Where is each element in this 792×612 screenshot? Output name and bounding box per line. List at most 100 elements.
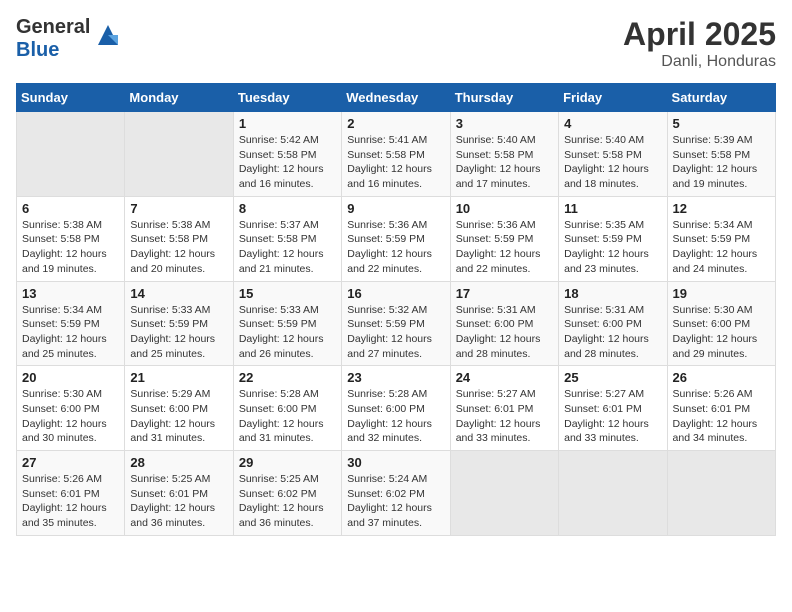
calendar-cell: 23Sunrise: 5:28 AM Sunset: 6:00 PM Dayli… <box>342 366 450 451</box>
day-info: Sunrise: 5:25 AM Sunset: 6:01 PM Dayligh… <box>130 472 227 531</box>
day-info: Sunrise: 5:39 AM Sunset: 5:58 PM Dayligh… <box>673 133 770 192</box>
calendar-header-row: SundayMondayTuesdayWednesdayThursdayFrid… <box>17 84 776 112</box>
calendar-cell: 25 Sunrise: 5:27 AM Sunset: 6:01 PM Dayli… <box>559 366 667 451</box>
day-of-week-header: Tuesday <box>233 84 341 112</box>
day-info: Sunrise: 5:41 AM Sunset: 5:58 PM Dayligh… <box>347 133 444 192</box>
calendar-week-row: 6 Sunrise: 5:38 AM Sunset: 5:58 PM Daylig… <box>17 196 776 281</box>
calendar-cell: 3 Sunrise: 5:40 AM Sunset: 5:58 PM Daylig… <box>450 112 558 197</box>
day-number: 29 <box>239 455 336 470</box>
day-info: Sunrise: 5:31 AM Sunset: 6:00 PM Dayligh… <box>564 303 661 362</box>
calendar-cell: 29 Sunrise: 5:25 AM Sunset: 6:02 PM Dayli… <box>233 451 341 536</box>
day-info: Sunrise: 5:27 AM Sunset: 6:01 PM Dayligh… <box>456 387 553 446</box>
day-of-week-header: Friday <box>559 84 667 112</box>
logo: General Blue <box>16 16 122 62</box>
day-info: Sunrise: 5:30 AM Sunset: 6:00 PM Dayligh… <box>673 303 770 362</box>
logo-general: General <box>16 16 90 38</box>
calendar-cell: 15Sunrise: 5:33 AM Sunset: 5:59 PM Dayli… <box>233 281 341 366</box>
day-of-week-header: Saturday <box>667 84 775 112</box>
day-of-week-header: Wednesday <box>342 84 450 112</box>
calendar-cell: 4 Sunrise: 5:40 AM Sunset: 5:58 PM Daylig… <box>559 112 667 197</box>
day-number: 28 <box>130 455 227 470</box>
calendar-cell: 1 Sunrise: 5:42 AM Sunset: 5:58 PM Daylig… <box>233 112 341 197</box>
calendar-week-row: 27 Sunrise: 5:26 AM Sunset: 6:01 PM Dayli… <box>17 451 776 536</box>
day-number: 22 <box>239 370 336 385</box>
calendar-cell: 11 Sunrise: 5:35 AM Sunset: 5:59 PM Dayli… <box>559 196 667 281</box>
day-number: 19 <box>673 286 770 301</box>
day-number: 20 <box>22 370 119 385</box>
calendar-cell: 17 Sunrise: 5:31 AM Sunset: 6:00 PM Dayli… <box>450 281 558 366</box>
day-info: Sunrise: 5:36 AM Sunset: 5:59 PM Dayligh… <box>347 218 444 277</box>
day-info: Sunrise: 5:42 AM Sunset: 5:58 PM Dayligh… <box>239 133 336 192</box>
calendar-table: SundayMondayTuesdayWednesdayThursdayFrid… <box>16 83 776 536</box>
day-info: Sunrise: 5:40 AM Sunset: 5:58 PM Dayligh… <box>456 133 553 192</box>
calendar-cell <box>667 451 775 536</box>
calendar-cell: 7 Sunrise: 5:38 AM Sunset: 5:58 PM Daylig… <box>125 196 233 281</box>
day-info: Sunrise: 5:30 AM Sunset: 6:00 PM Dayligh… <box>22 387 119 446</box>
day-number: 26 <box>673 370 770 385</box>
logo-icon <box>94 21 122 49</box>
day-info: Sunrise: 5:32 AM Sunset: 5:59 PM Dayligh… <box>347 303 444 362</box>
day-number: 4 <box>564 116 661 131</box>
calendar-cell: 18 Sunrise: 5:31 AM Sunset: 6:00 PM Dayli… <box>559 281 667 366</box>
day-info: Sunrise: 5:26 AM Sunset: 6:01 PM Dayligh… <box>673 387 770 446</box>
day-info: Sunrise: 5:38 AM Sunset: 5:58 PM Dayligh… <box>130 218 227 277</box>
day-number: 1 <box>239 116 336 131</box>
day-info: Sunrise: 5:26 AM Sunset: 6:01 PM Dayligh… <box>22 472 119 531</box>
day-info: Sunrise: 5:27 AM Sunset: 6:01 PM Dayligh… <box>564 387 661 446</box>
day-of-week-header: Sunday <box>17 84 125 112</box>
calendar-cell: 14 Sunrise: 5:33 AM Sunset: 5:59 PM Dayli… <box>125 281 233 366</box>
calendar-cell: 26 Sunrise: 5:26 AM Sunset: 6:01 PM Dayli… <box>667 366 775 451</box>
day-info: Sunrise: 5:33 AM Sunset: 5:59 PM Dayligh… <box>239 303 336 362</box>
day-number: 25 <box>564 370 661 385</box>
calendar-cell: 16 Sunrise: 5:32 AM Sunset: 5:59 PM Dayli… <box>342 281 450 366</box>
day-info: Sunrise: 5:36 AM Sunset: 5:59 PM Dayligh… <box>456 218 553 277</box>
page-subtitle: Danli, Honduras <box>623 53 776 71</box>
calendar-cell: 30 Sunrise: 5:24 AM Sunset: 6:02 PM Dayli… <box>342 451 450 536</box>
day-number: 3 <box>456 116 553 131</box>
day-number: 7 <box>130 201 227 216</box>
page-title: April 2025 <box>623 16 776 53</box>
day-info: Sunrise: 5:28 AM Sunset: 6:00 PM Dayligh… <box>239 387 336 446</box>
day-of-week-header: Monday <box>125 84 233 112</box>
calendar-cell: 19 Sunrise: 5:30 AM Sunset: 6:00 PM Dayli… <box>667 281 775 366</box>
day-number: 9 <box>347 201 444 216</box>
day-number: 16 <box>347 286 444 301</box>
day-info: Sunrise: 5:34 AM Sunset: 5:59 PM Dayligh… <box>22 303 119 362</box>
calendar-cell: 28 Sunrise: 5:25 AM Sunset: 6:01 PM Dayli… <box>125 451 233 536</box>
day-number: 30 <box>347 455 444 470</box>
day-info: Sunrise: 5:25 AM Sunset: 6:02 PM Dayligh… <box>239 472 336 531</box>
day-number: 13 <box>22 286 119 301</box>
calendar-week-row: 13 Sunrise: 5:34 AM Sunset: 5:59 PM Dayli… <box>17 281 776 366</box>
day-number: 12 <box>673 201 770 216</box>
day-number: 23 <box>347 370 444 385</box>
day-info: Sunrise: 5:33 AM Sunset: 5:59 PM Dayligh… <box>130 303 227 362</box>
day-number: 2 <box>347 116 444 131</box>
day-info: Sunrise: 5:24 AM Sunset: 6:02 PM Dayligh… <box>347 472 444 531</box>
calendar-cell: 5 Sunrise: 5:39 AM Sunset: 5:58 PM Daylig… <box>667 112 775 197</box>
calendar-cell: 2 Sunrise: 5:41 AM Sunset: 5:58 PM Daylig… <box>342 112 450 197</box>
logo-blue: Blue <box>16 39 59 61</box>
calendar-cell: 9 Sunrise: 5:36 AM Sunset: 5:59 PM Daylig… <box>342 196 450 281</box>
day-number: 14 <box>130 286 227 301</box>
day-number: 17 <box>456 286 553 301</box>
calendar-cell: 22 Sunrise: 5:28 AM Sunset: 6:00 PM Dayli… <box>233 366 341 451</box>
day-number: 11 <box>564 201 661 216</box>
calendar-cell: 8Sunrise: 5:37 AM Sunset: 5:58 PM Daylig… <box>233 196 341 281</box>
day-info: Sunrise: 5:35 AM Sunset: 5:59 PM Dayligh… <box>564 218 661 277</box>
logo-text: General Blue <box>16 16 90 62</box>
day-number: 6 <box>22 201 119 216</box>
calendar-cell: 20 Sunrise: 5:30 AM Sunset: 6:00 PM Dayli… <box>17 366 125 451</box>
calendar-cell: 24Sunrise: 5:27 AM Sunset: 6:01 PM Dayli… <box>450 366 558 451</box>
calendar-cell: 27 Sunrise: 5:26 AM Sunset: 6:01 PM Dayli… <box>17 451 125 536</box>
day-number: 27 <box>22 455 119 470</box>
day-info: Sunrise: 5:29 AM Sunset: 6:00 PM Dayligh… <box>130 387 227 446</box>
day-number: 10 <box>456 201 553 216</box>
day-info: Sunrise: 5:31 AM Sunset: 6:00 PM Dayligh… <box>456 303 553 362</box>
calendar-cell <box>17 112 125 197</box>
day-number: 5 <box>673 116 770 131</box>
day-info: Sunrise: 5:40 AM Sunset: 5:58 PM Dayligh… <box>564 133 661 192</box>
day-number: 21 <box>130 370 227 385</box>
day-number: 18 <box>564 286 661 301</box>
day-info: Sunrise: 5:37 AM Sunset: 5:58 PM Dayligh… <box>239 218 336 277</box>
calendar-cell <box>125 112 233 197</box>
